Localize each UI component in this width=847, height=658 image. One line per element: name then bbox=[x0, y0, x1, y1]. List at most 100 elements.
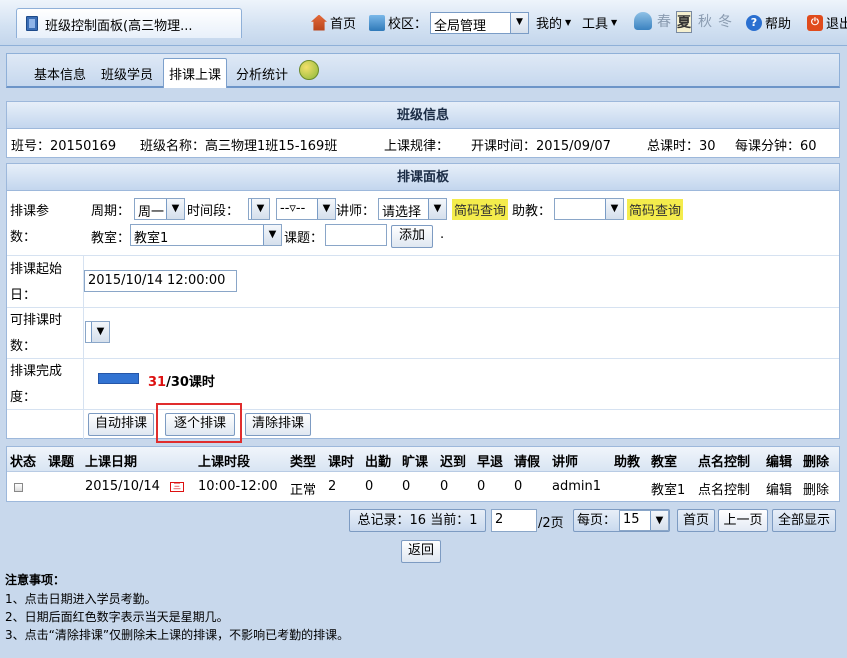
available-hours-label: 可排课时 数： bbox=[10, 313, 63, 354]
home-icon bbox=[311, 14, 327, 31]
add-button[interactable]: 添加 bbox=[391, 225, 433, 248]
chevron-down-icon: ▼ bbox=[251, 199, 269, 219]
chevron-down-icon: ▼ bbox=[510, 13, 528, 33]
row-late: 0 bbox=[440, 479, 449, 494]
tab-analytics[interactable]: 分析统计 bbox=[236, 64, 288, 83]
available-hours-row: 可排课时 数： ▼ bbox=[7, 308, 839, 359]
header-type: 类型 bbox=[290, 455, 317, 470]
progress-text: 31/30课时 bbox=[148, 375, 215, 390]
row-delete-link[interactable]: 删除 bbox=[803, 479, 829, 498]
note-item: 2、日期后面红色数字表示当天是星期几。 bbox=[5, 610, 229, 624]
classroom-select[interactable]: 教室1 ▼ bbox=[130, 224, 282, 246]
header-delete: 删除 bbox=[803, 455, 830, 470]
chevron-down-icon: ▼ bbox=[428, 199, 446, 219]
note-item: 1、点击日期进入学员考勤。 bbox=[5, 592, 157, 606]
season-summer[interactable]: 夏 bbox=[676, 11, 692, 33]
row-teacher: admin1 bbox=[552, 479, 602, 494]
show-all-button[interactable]: 全部显示 bbox=[772, 509, 836, 532]
assistant-label: 助教： bbox=[512, 204, 552, 219]
assistant-select[interactable]: ▼ bbox=[554, 198, 624, 220]
progress-bar bbox=[98, 373, 139, 384]
period-select[interactable]: 周一 ▼ bbox=[134, 198, 185, 220]
header-leave: 请假 bbox=[514, 455, 541, 470]
scheduling-panel-title: 排课面板 bbox=[7, 164, 839, 191]
class-number: 班号：20150169 bbox=[11, 139, 117, 154]
auto-schedule-button[interactable]: 自动排课 bbox=[88, 413, 154, 436]
home-link[interactable]: 首页 bbox=[311, 13, 356, 32]
schedule-table: 状态 课题 上课日期 上课时段 类型 课时 出勤 旷课 迟到 早退 请假 讲师 … bbox=[6, 446, 840, 502]
per-page-label: 每页： bbox=[577, 513, 617, 528]
timeslot-select[interactable]: ▼ bbox=[248, 198, 270, 220]
class-info-title: 班级信息 bbox=[7, 102, 839, 129]
tab-class-students[interactable]: 班级学员 bbox=[101, 64, 153, 83]
start-date-row: 排课起始 日： 2015/10/14 12:00:00 bbox=[7, 256, 839, 308]
table-row: 2015/10/14 三 10:00-12:00 正常 2 0 0 0 0 0 … bbox=[7, 472, 839, 501]
mine-menu[interactable]: 我的 ▼ bbox=[536, 13, 571, 32]
table-header: 状态 课题 上课日期 上课时段 类型 课时 出勤 旷课 迟到 早退 请假 讲师 … bbox=[7, 447, 839, 472]
header-date: 上课日期 bbox=[85, 455, 138, 470]
caret-down-icon: ▼ bbox=[611, 18, 618, 27]
row-present: 0 bbox=[365, 479, 374, 494]
chevron-down-icon: ▼ bbox=[317, 199, 335, 219]
header-room: 教室 bbox=[651, 455, 678, 470]
first-page-button[interactable]: 首页 bbox=[677, 509, 715, 532]
campus-label: 校区： bbox=[388, 17, 428, 32]
row-status-checkbox[interactable] bbox=[14, 483, 23, 492]
page-number-input[interactable]: 2 bbox=[491, 509, 537, 532]
header-absent: 旷课 bbox=[402, 455, 429, 470]
chevron-down-icon: ▼ bbox=[605, 199, 623, 219]
back-button[interactable]: 返回 bbox=[401, 540, 441, 563]
tools-menu[interactable]: 工具 ▼ bbox=[582, 13, 617, 32]
prev-page-button[interactable]: 上一页 bbox=[718, 509, 768, 532]
timeslot-end-select[interactable]: --▿-- ▼ bbox=[276, 198, 336, 220]
season-spring[interactable]: 春 bbox=[656, 11, 672, 33]
header-early: 早退 bbox=[477, 455, 504, 470]
season-winter[interactable]: 冬 bbox=[717, 11, 733, 33]
weekday-tag: 三 bbox=[170, 482, 184, 492]
teacher-code-query[interactable]: 简码查询 bbox=[452, 199, 509, 220]
header-present: 出勤 bbox=[365, 455, 392, 470]
class-start-date: 开课时间：2015/09/07 bbox=[471, 139, 611, 154]
header-hours: 课时 bbox=[328, 455, 355, 470]
trailing-dot: . bbox=[440, 227, 445, 242]
row-type: 正常 bbox=[290, 483, 317, 498]
start-date-input[interactable]: 2015/10/14 12:00:00 bbox=[84, 270, 237, 292]
topic-input[interactable] bbox=[325, 224, 387, 246]
page-total: /2页 bbox=[538, 516, 564, 531]
assistant-code-query[interactable]: 简码查询 bbox=[627, 199, 684, 220]
exit-label: 退出 bbox=[826, 17, 847, 32]
per-page-select[interactable]: 15 ▼ bbox=[619, 510, 669, 531]
season-icon bbox=[634, 12, 652, 30]
tab-basic-info[interactable]: 基本信息 bbox=[34, 64, 86, 83]
pager-summary: 总记录：16 当前：1 bbox=[349, 509, 486, 532]
topic-label: 课题： bbox=[284, 231, 324, 246]
action-buttons-row: 自动排课 逐个排课 清除排课 bbox=[7, 410, 839, 439]
available-hours-select[interactable]: ▼ bbox=[85, 321, 110, 343]
home-label: 首页 bbox=[330, 17, 357, 32]
row-edit-link[interactable]: 编辑 bbox=[766, 479, 792, 498]
window-tab[interactable]: 班级控制面板(高三物理... bbox=[16, 8, 242, 38]
exit-link[interactable]: ⏻ 退出 bbox=[807, 13, 847, 32]
header-status: 状态 bbox=[10, 455, 37, 470]
campus-select[interactable]: 全局管理 ▼ bbox=[430, 12, 529, 34]
season-autumn[interactable]: 秋 bbox=[697, 11, 713, 33]
teacher-select[interactable]: 请选择 ▼ bbox=[378, 198, 447, 220]
header-assistant: 助教 bbox=[614, 455, 641, 470]
progress-label: 排课完成 度： bbox=[10, 364, 63, 405]
header-edit: 编辑 bbox=[766, 455, 793, 470]
single-schedule-button[interactable]: 逐个排课 bbox=[165, 413, 235, 436]
teacher-label: 讲师： bbox=[336, 204, 376, 219]
campus-icon bbox=[369, 14, 385, 31]
row-rollcall-link[interactable]: 点名控制 bbox=[698, 479, 750, 498]
row-absent: 0 bbox=[402, 479, 411, 494]
help-icon: ? bbox=[746, 14, 762, 31]
note-item: 3、点击“清除排课”仅删除未上课的排课，不影响已考勤的排课。 bbox=[5, 628, 350, 642]
refresh-icon[interactable] bbox=[299, 60, 319, 80]
chevron-down-icon: ▼ bbox=[166, 199, 184, 219]
help-link[interactable]: ? 帮助 bbox=[746, 13, 791, 32]
tab-scheduling[interactable]: 排课上课 bbox=[163, 58, 228, 88]
clear-schedule-button[interactable]: 清除排课 bbox=[245, 413, 311, 436]
row-time: 10:00-12:00 bbox=[198, 479, 278, 494]
help-label: 帮助 bbox=[765, 17, 792, 32]
row-date-link[interactable]: 2015/10/14 bbox=[85, 479, 160, 494]
